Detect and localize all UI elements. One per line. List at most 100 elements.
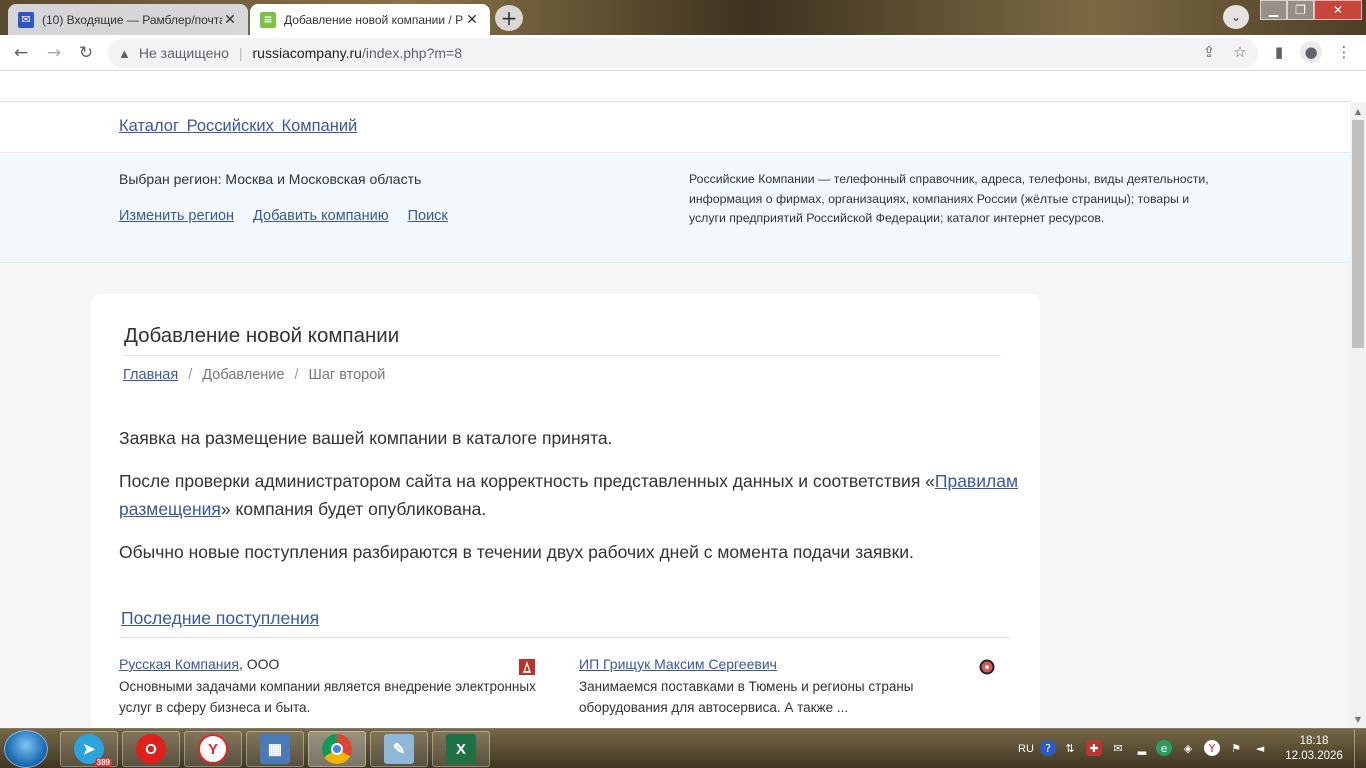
tray-app-icon[interactable]: ◈: [1180, 740, 1196, 756]
telegram-icon: ➤ 389: [74, 734, 112, 767]
new-tab-button[interactable]: +: [495, 5, 523, 31]
list-item: ИП Грищук Максим Сергеевич Занимаемся по…: [579, 656, 999, 718]
close-window-button[interactable]: ✕: [1314, 0, 1362, 20]
latest-divider: [119, 637, 1010, 638]
avatar-icon: ●: [1304, 43, 1318, 61]
control-panel-icon: ▦: [260, 734, 290, 764]
taskbar-control-panel[interactable]: ▦: [246, 731, 304, 767]
antivirus-icon[interactable]: ✚: [1086, 740, 1102, 756]
scroll-up-icon[interactable]: ▲: [1350, 104, 1366, 118]
company-suffix: , ООО: [238, 656, 280, 672]
minimize-button[interactable]: ▁: [1260, 0, 1287, 20]
change-region-link[interactable]: Изменить регион: [119, 208, 234, 224]
review-message: После проверки администратором сайта на …: [119, 467, 1019, 523]
site-header: Каталог Российских Компаний: [0, 103, 1350, 153]
forward-button[interactable]: →: [42, 41, 66, 65]
tab-title: (10) Входящие — Рамблер/почта: [42, 12, 222, 27]
scroll-thumb[interactable]: [1352, 120, 1364, 348]
breadcrumb-step-two: Шаг второй: [308, 367, 386, 383]
share-icon: ⇪: [1202, 43, 1216, 61]
tray-e-icon[interactable]: e: [1156, 740, 1172, 756]
windows-taskbar: ➤ 389 O Y ▦ ✎ X RU ? ⇅ ✚ ✉ ▂ e ◈ Y ⚑ ◄ 18…: [0, 728, 1366, 768]
mail-icon: ✉: [18, 11, 34, 28]
catalog-home-link[interactable]: Каталог Российских Компаний: [119, 117, 357, 136]
bookmark-button[interactable]: ☆: [1229, 41, 1251, 63]
chrome-center-icon: [331, 743, 343, 755]
omnibox-divider: |: [238, 45, 243, 61]
close-tab-button[interactable]: ✕: [222, 12, 238, 28]
page-viewport: Каталог Российских Компаний Выбран регио…: [0, 72, 1350, 728]
latest-section-heading: Последние поступления: [121, 608, 319, 629]
tray-yandex-icon[interactable]: Y: [1204, 740, 1220, 756]
maximize-button[interactable]: ❐: [1287, 0, 1314, 20]
tab-title: Добавление новой компании / Р: [284, 12, 464, 27]
notification-badge: 389: [94, 758, 112, 767]
entry-description: Основными задачами компании является вне…: [119, 679, 536, 715]
share-button[interactable]: ⇪: [1198, 41, 1220, 63]
region-links: Изменить регион Добавить компанию Поиск: [119, 208, 448, 224]
reload-button[interactable]: ↻: [74, 41, 98, 65]
review-text-end: » компания будет опубликована.: [220, 499, 487, 519]
notes-icon: ✎: [384, 734, 414, 764]
chevron-down-icon: ⌄: [1230, 10, 1242, 24]
volume-icon[interactable]: ◄: [1252, 740, 1268, 756]
yandex-icon: Y: [198, 734, 228, 764]
flag-icon[interactable]: ⚑: [1228, 740, 1244, 756]
company-link[interactable]: ИП Грищук Максим Сергеевич: [579, 656, 777, 672]
help-icon[interactable]: ?: [1040, 740, 1056, 756]
profile-button[interactable]: ●: [1300, 41, 1322, 63]
page-scrollbar[interactable]: ▲ ▼: [1350, 102, 1366, 728]
taskbar-excel[interactable]: X: [432, 731, 490, 767]
taskbar-notes[interactable]: ✎: [370, 731, 428, 767]
taskbar-chrome[interactable]: [308, 731, 366, 767]
tray-arrows-icon[interactable]: ⇅: [1062, 740, 1078, 756]
security-label[interactable]: Не защищено: [139, 45, 229, 61]
scroll-down-icon[interactable]: ▼: [1350, 712, 1366, 726]
breadcrumb-step-add: Добавление: [202, 367, 285, 383]
breadcrumb-separator: /: [188, 367, 193, 383]
close-tab-button[interactable]: ✕: [464, 12, 480, 28]
star-icon: ☆: [1233, 43, 1247, 61]
clock-date: 12.03.2026: [1285, 750, 1343, 762]
tab-add-company[interactable]: ≡ Добавление новой компании / Р ✕: [250, 4, 490, 35]
browser-toolbar: ← → ↻ ▲ Не защищено | russiacompany.ru/i…: [0, 35, 1366, 71]
network-icon[interactable]: ▂: [1134, 740, 1150, 756]
system-clock[interactable]: 18:18 12.03.2026: [1282, 734, 1346, 764]
start-button[interactable]: [4, 730, 48, 768]
search-link[interactable]: Поиск: [408, 208, 448, 224]
menu-button[interactable]: ⋮: [1333, 41, 1355, 63]
maximize-icon: ❐: [1295, 3, 1306, 17]
tab-search-button[interactable]: ⌄: [1223, 5, 1249, 29]
tray-chat-icon[interactable]: ✉: [1110, 740, 1126, 756]
excel-icon: X: [446, 734, 476, 764]
site-description: Российские Компании — телефонный справоч…: [689, 172, 1209, 225]
taskbar-yandex-browser[interactable]: Y: [184, 731, 242, 767]
arrow-left-icon: ←: [13, 43, 29, 63]
entry-name: ИП Грищук Максим Сергеевич: [579, 656, 999, 672]
breadcrumb-home-link[interactable]: Главная: [123, 367, 178, 383]
tab-rambler-mail[interactable]: ✉ (10) Входящие — Рамблер/почта ✕: [8, 4, 248, 35]
taskbar-telegram[interactable]: ➤ 389: [60, 731, 118, 767]
close-icon: ✕: [1332, 3, 1344, 17]
url-text[interactable]: russiacompany.ru/index.php?m=8: [253, 45, 462, 61]
region-panel: Выбран регион: Москва и Московская облас…: [0, 154, 1350, 263]
breadcrumb: Главная / Добавление / Шаг второй: [123, 367, 385, 383]
back-button[interactable]: ←: [9, 41, 33, 65]
address-bar[interactable]: ▲ Не защищено | russiacompany.ru/index.p…: [108, 38, 1258, 68]
entry-name: Русская Компания, ООО: [119, 656, 539, 672]
side-panel-icon: ▮: [1274, 43, 1284, 61]
taskbar-opera[interactable]: O: [122, 731, 180, 767]
add-company-link[interactable]: Добавить компанию: [253, 208, 389, 224]
chrome-icon: [322, 734, 352, 764]
url-host: russiacompany.ru: [252, 45, 362, 61]
language-indicator[interactable]: RU: [1018, 729, 1034, 768]
company-link[interactable]: Русская Компания: [119, 656, 239, 672]
show-desktop-button[interactable]: [1354, 729, 1366, 768]
page-top-space: [0, 72, 1350, 102]
entry-description: Занимаемся поставками в Тюмень и регионы…: [579, 679, 914, 715]
warning-icon: ▲: [118, 45, 131, 61]
accepted-message: Заявка на размещение вашей компании в ка…: [119, 428, 613, 448]
side-panel-button[interactable]: ▮: [1268, 41, 1290, 63]
latest-entries-link[interactable]: Последние поступления: [121, 608, 319, 628]
title-divider: [123, 355, 1001, 356]
